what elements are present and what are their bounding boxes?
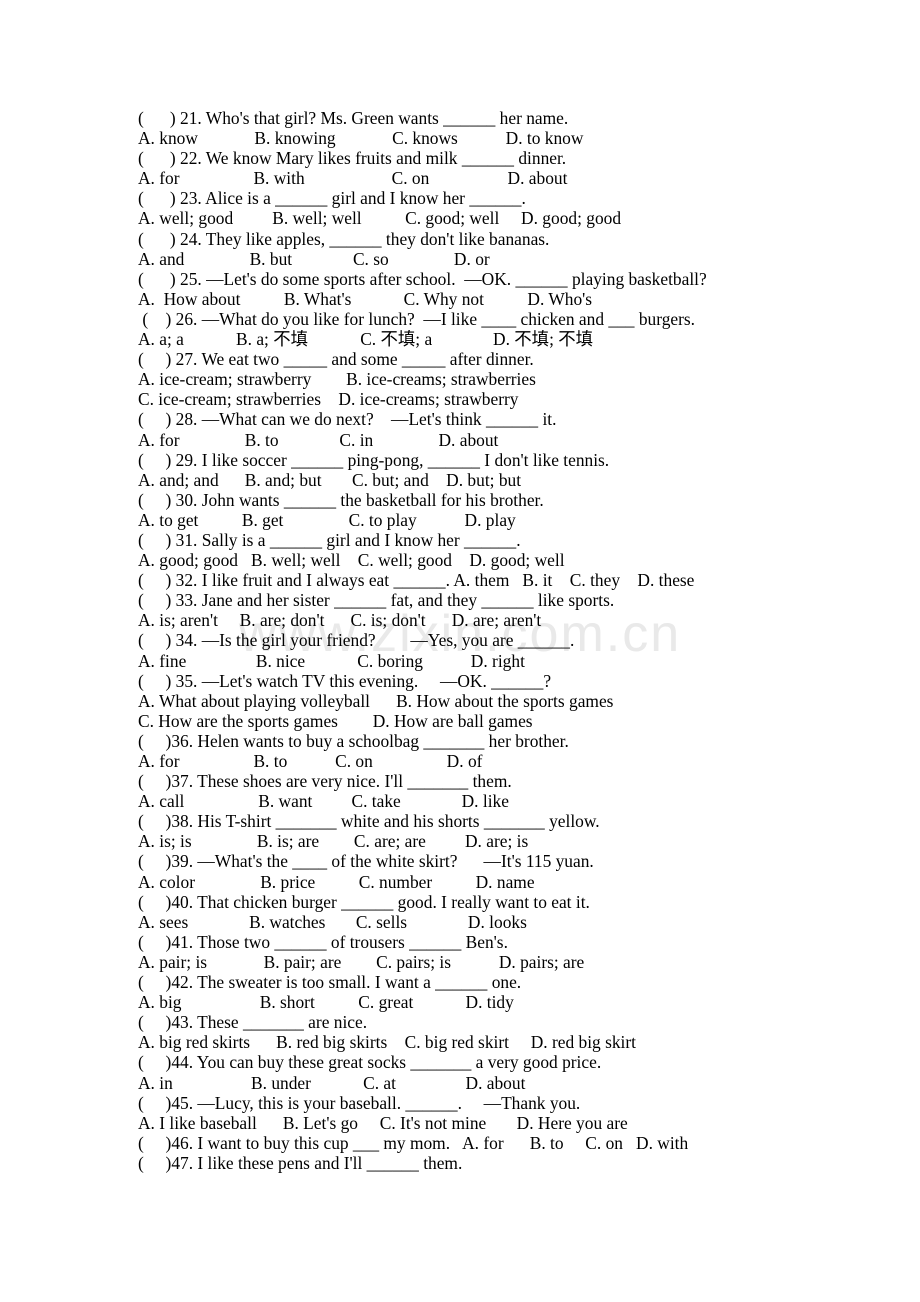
question-line: ( )39. —What's the ____ of the white ski… (138, 851, 594, 872)
question-line: C. ice-cream; strawberries D. ice-creams… (138, 389, 519, 410)
question-line: A. in B. under C. at D. about (138, 1072, 526, 1093)
question-line: ( ) 34. —Is the girl your friend? —Yes, … (138, 630, 575, 651)
question-line: A. sees B. watches C. sells D. looks (138, 911, 527, 932)
question-line: ( ) 31. Sally is a ______ girl and I kno… (138, 529, 521, 550)
question-line: A. is; is B. is; are C. are; are D. are;… (138, 831, 529, 852)
question-line: A. well; good B. well; well C. good; wel… (138, 208, 622, 229)
question-line: ( )46. I want to buy this cup ___ my mom… (138, 1132, 689, 1153)
question-list: ( ) 21. Who's that girl? Ms. Green wants… (138, 108, 898, 1173)
question-line: A. a; a B. a; 不填 C. 不填; a D. 不填; 不填 (138, 329, 594, 350)
question-line: ( ) 30. John wants ______ the basketball… (138, 489, 544, 510)
question-line: A. big red skirts B. red big skirts C. b… (138, 1032, 637, 1053)
question-line: A. for B. to C. on D. of (138, 751, 483, 771)
question-line: ( ) 35. —Let's watch TV this evening. —O… (138, 670, 552, 691)
question-line: ( )44. You can buy these great socks ___… (138, 1052, 602, 1073)
question-line: A. call B. want C. take D. like (138, 791, 509, 812)
question-line: ( )41. Those two ______ of trousers ____… (138, 931, 508, 952)
question-line: A. to get B. get C. to play D. play (138, 509, 516, 530)
question-line: ( ) 26. —What do you like for lunch? —I … (138, 308, 696, 329)
question-line: ( ) 27. We eat two _____ and some _____ … (138, 349, 534, 370)
question-line: ( )45. —Lucy, this is your baseball. ___… (138, 1092, 581, 1113)
question-line: ( ) 33. Jane and her sister ______ fat, … (138, 590, 615, 611)
worksheet-page: www.zixin.com.cn ( ) 21. Who's that girl… (0, 0, 920, 1302)
question-line: A. big B. short C. great D. tidy (138, 992, 514, 1013)
question-line: A. good; good B. well; well C. well; goo… (138, 550, 565, 571)
question-line: ( ) 22. We know Mary likes fruits and mi… (138, 148, 567, 169)
question-line: ( ) 29. I like soccer ______ ping-pong, … (138, 449, 610, 470)
question-line: A. and; and B. and; but C. but; and D. b… (138, 469, 522, 490)
question-line: A. color B. price C. number D. name (138, 871, 535, 892)
question-line: ( )36. Helen wants to buy a schoolbag __… (138, 730, 569, 751)
question-line: A. ice-cream; strawberry B. ice-creams; … (138, 369, 536, 390)
question-line: ( ) 23. Alice is a ______ girl and I kno… (138, 188, 526, 209)
question-line: ( ) 32. I like fruit and I always eat __… (138, 570, 695, 591)
question-line: ( )47. I like these pens and I'll ______… (138, 1152, 463, 1173)
question-line: A. fine B. nice C. boring D. right (138, 650, 525, 671)
question-line: A. pair; is B. pair; are C. pairs; is D.… (138, 951, 585, 972)
question-line: ( )37. These shoes are very nice. I'll _… (138, 771, 512, 792)
question-line: ( )38. His T-shirt _______ white and his… (138, 811, 600, 832)
question-line: A. know B. knowing C. knows D. to know (138, 128, 584, 149)
question-line: C. How are the sports games D. How are b… (138, 710, 533, 731)
question-line: ( )42. The sweater is too small. I want … (138, 972, 522, 993)
question-line: ( ) 25. —Let's do some sports after scho… (138, 268, 707, 289)
question-line: A. for B. to C. in D. about (138, 429, 499, 450)
question-line: A. is; aren't B. are; don't C. is; don't… (138, 610, 542, 631)
question-line: A. I like baseball B. Let's go C. It's n… (138, 1112, 628, 1133)
question-line: ( ) 21. Who's that girl? Ms. Green wants… (138, 108, 569, 128)
question-line: A. for B. with C. on D. about (138, 168, 568, 189)
question-line: ( )43. These _______ are nice. (138, 1012, 368, 1033)
question-line: A. and B. but C. so D. or (138, 248, 490, 269)
question-line: A. What about playing volleyball B. How … (138, 690, 614, 711)
question-line: ( ) 24. They like apples, ______ they do… (138, 228, 550, 249)
question-line: ( ) 28. —What can we do next? —Let's thi… (138, 409, 557, 430)
question-line: ( )40. That chicken burger ______ good. … (138, 891, 590, 912)
question-line: A. How about B. What's C. Why not D. Who… (138, 288, 593, 309)
